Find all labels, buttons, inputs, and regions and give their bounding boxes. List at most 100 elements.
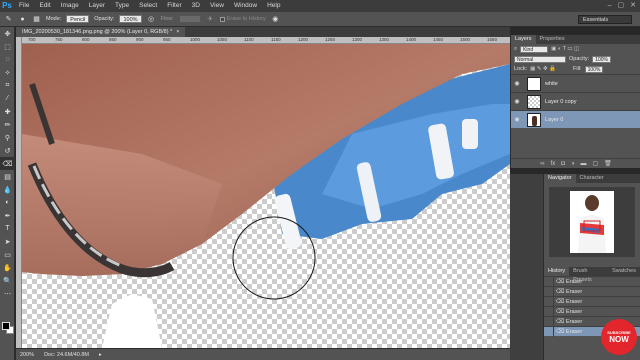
history-item[interactable]: ⌫ Eraser [544, 286, 640, 297]
history-brush-tool-icon[interactable]: ↺ [0, 144, 15, 157]
close-tab-icon[interactable]: × [176, 27, 179, 37]
hand-tool-icon[interactable]: ✋ [0, 261, 15, 274]
new-layer-icon[interactable]: ▢ [592, 160, 598, 167]
visibility-eye-icon[interactable]: ◉ [511, 98, 523, 105]
mode-select[interactable]: Pencil [66, 15, 90, 23]
type-tool-icon[interactable]: T [0, 222, 15, 235]
layer-row-layer-0-copy[interactable]: ◉ Layer 0 copy [511, 92, 640, 110]
lock-row: Lock: ▦ ✎ ✥ 🔒 Fill: 100% [511, 64, 640, 74]
menu-select[interactable]: Select [134, 0, 162, 12]
mask-icon[interactable]: ◘ [561, 161, 565, 167]
history-snapshot-box[interactable] [544, 286, 554, 297]
tab-brush-presets[interactable]: Brush Presets [569, 267, 608, 283]
menu-edit[interactable]: Edit [34, 0, 55, 12]
folder-icon[interactable]: ▬ [580, 161, 586, 167]
marquee-tool-icon[interactable]: ⬚ [0, 40, 15, 53]
history-snapshot-box[interactable] [544, 296, 554, 307]
brush-panel-icon[interactable]: ▦ [32, 15, 41, 24]
zoom-level[interactable]: 200% [20, 352, 34, 358]
opacity-input[interactable]: 100% [119, 15, 142, 23]
layer-fill-input[interactable]: 100% [584, 65, 604, 73]
history-item[interactable]: ⌫ Eraser [544, 276, 640, 287]
lock-icons[interactable]: ▦ ✎ ✥ 🔒 [530, 66, 556, 72]
minimize-button[interactable]: – [608, 0, 612, 12]
document-canvas[interactable] [22, 44, 510, 348]
flow-input[interactable] [178, 15, 201, 23]
ruler-tick-label: 1050 [217, 37, 228, 42]
workspace-select[interactable]: Essentials [578, 15, 632, 24]
history-item[interactable]: ⌫ Eraser [544, 296, 640, 307]
airbrush-icon[interactable]: ✈ [206, 15, 215, 24]
tab-navigator[interactable]: Navigator [544, 174, 576, 183]
status-arrow-icon[interactable]: ▸ [99, 352, 102, 358]
maximize-button[interactable]: ▢ [618, 0, 625, 12]
adjustment-icon[interactable]: ◑ [571, 161, 575, 167]
menu-window[interactable]: Window [229, 0, 262, 12]
path-selection-tool-icon[interactable]: ➤ [0, 235, 15, 248]
foreground-color-swatch[interactable] [2, 322, 10, 330]
history-snapshot-box[interactable] [544, 316, 554, 327]
history-snapshot-box[interactable] [544, 326, 554, 337]
menu-type[interactable]: Type [110, 0, 134, 12]
more-tools-icon[interactable]: ⋯ [0, 287, 15, 300]
tab-layers[interactable]: Layers [511, 35, 536, 44]
history-item[interactable]: ⌫ Eraser [544, 306, 640, 317]
eraser-tool-icon[interactable]: ✎ [4, 15, 13, 24]
color-swatches[interactable] [2, 322, 14, 334]
brush-preset-icon[interactable]: ● [18, 15, 27, 24]
pressure-opacity-icon[interactable]: ◎ [147, 15, 156, 24]
ruler-tick-label: 1100 [244, 37, 254, 42]
tab-history[interactable]: History [544, 267, 570, 276]
dodge-tool-icon[interactable]: ◐ [0, 196, 15, 209]
lasso-tool-icon[interactable]: ◌ [0, 53, 15, 66]
erase-to-history-label: Erase to History [226, 16, 266, 22]
menu-help[interactable]: Help [262, 0, 285, 12]
fx-icon[interactable]: fx [551, 161, 556, 167]
zoom-tool-icon[interactable]: 🔍 [0, 274, 15, 287]
eraser-tool-icon[interactable]: ⌫ [0, 157, 15, 170]
horizontal-ruler[interactable]: 700 750 800 850 900 950 1000 1050 1100 1150 1200 12… [22, 37, 510, 44]
visibility-eye-icon[interactable]: ◉ [511, 116, 523, 123]
brush-tool-icon[interactable]: ✏ [0, 118, 15, 131]
erase-to-history-checkbox[interactable]: Erase to History [219, 16, 266, 22]
subscribe-badge[interactable]: SUBSCRIBE NOW [601, 319, 637, 355]
navigator-preview[interactable] [549, 187, 635, 257]
history-snapshot-box[interactable] [544, 276, 554, 287]
healing-brush-tool-icon[interactable]: ✚ [0, 105, 15, 118]
menu-image[interactable]: Image [56, 0, 84, 12]
menu-layer[interactable]: Layer [84, 0, 110, 12]
kind-filter-select[interactable]: Kind [520, 45, 549, 53]
layer-row-white[interactable]: ◉ white [511, 74, 640, 92]
filter-icons[interactable]: ▣ ◐ T ▭ ◫ [551, 46, 579, 52]
layer-opacity-input[interactable]: 100% [592, 55, 611, 63]
shape-tool-icon[interactable]: ▭ [0, 248, 15, 261]
eyedropper-tool-icon[interactable]: ⁄ [0, 92, 15, 105]
menu-file[interactable]: File [14, 0, 34, 12]
ruler-tick-label: 1000 [190, 37, 201, 42]
visibility-eye-icon[interactable]: ◉ [511, 80, 523, 87]
pen-tool-icon[interactable]: ✒ [0, 209, 15, 222]
menu-3d[interactable]: 3D [187, 0, 205, 12]
history-snapshot-box[interactable] [544, 306, 554, 317]
lock-label: Lock: [514, 66, 528, 72]
ruler-tick-label: 950 [163, 37, 171, 42]
pressure-size-icon[interactable]: ◉ [271, 15, 280, 24]
gradient-tool-icon[interactable]: ▤ [0, 170, 15, 183]
blur-tool-icon[interactable]: 💧 [0, 183, 15, 196]
close-button[interactable]: ✕ [630, 0, 636, 12]
menu-filter[interactable]: Filter [162, 0, 186, 12]
link-icon[interactable]: ∞ [540, 161, 544, 167]
blend-mode-select[interactable]: Normal [514, 55, 566, 63]
navigator-panel-tabs: Navigator Character [544, 174, 640, 183]
tab-swatches[interactable]: Swatches [608, 267, 640, 276]
trash-icon[interactable]: 🗑 [604, 160, 612, 167]
tab-character[interactable]: Character [576, 174, 608, 183]
clone-stamp-tool-icon[interactable]: ⚲ [0, 131, 15, 144]
menu-view[interactable]: View [205, 0, 229, 12]
move-tool-icon[interactable]: ✥ [0, 27, 15, 40]
crop-tool-icon[interactable]: ⌗ [0, 79, 15, 92]
layer-row-layer-0[interactable]: ◉ Layer 0 [511, 110, 640, 128]
tab-properties[interactable]: Properties [536, 35, 569, 44]
quick-select-tool-icon[interactable]: ✧ [0, 66, 15, 79]
document-tab[interactable]: IMG_20200530_181346.png.png @ 200% (Laye… [16, 27, 186, 37]
